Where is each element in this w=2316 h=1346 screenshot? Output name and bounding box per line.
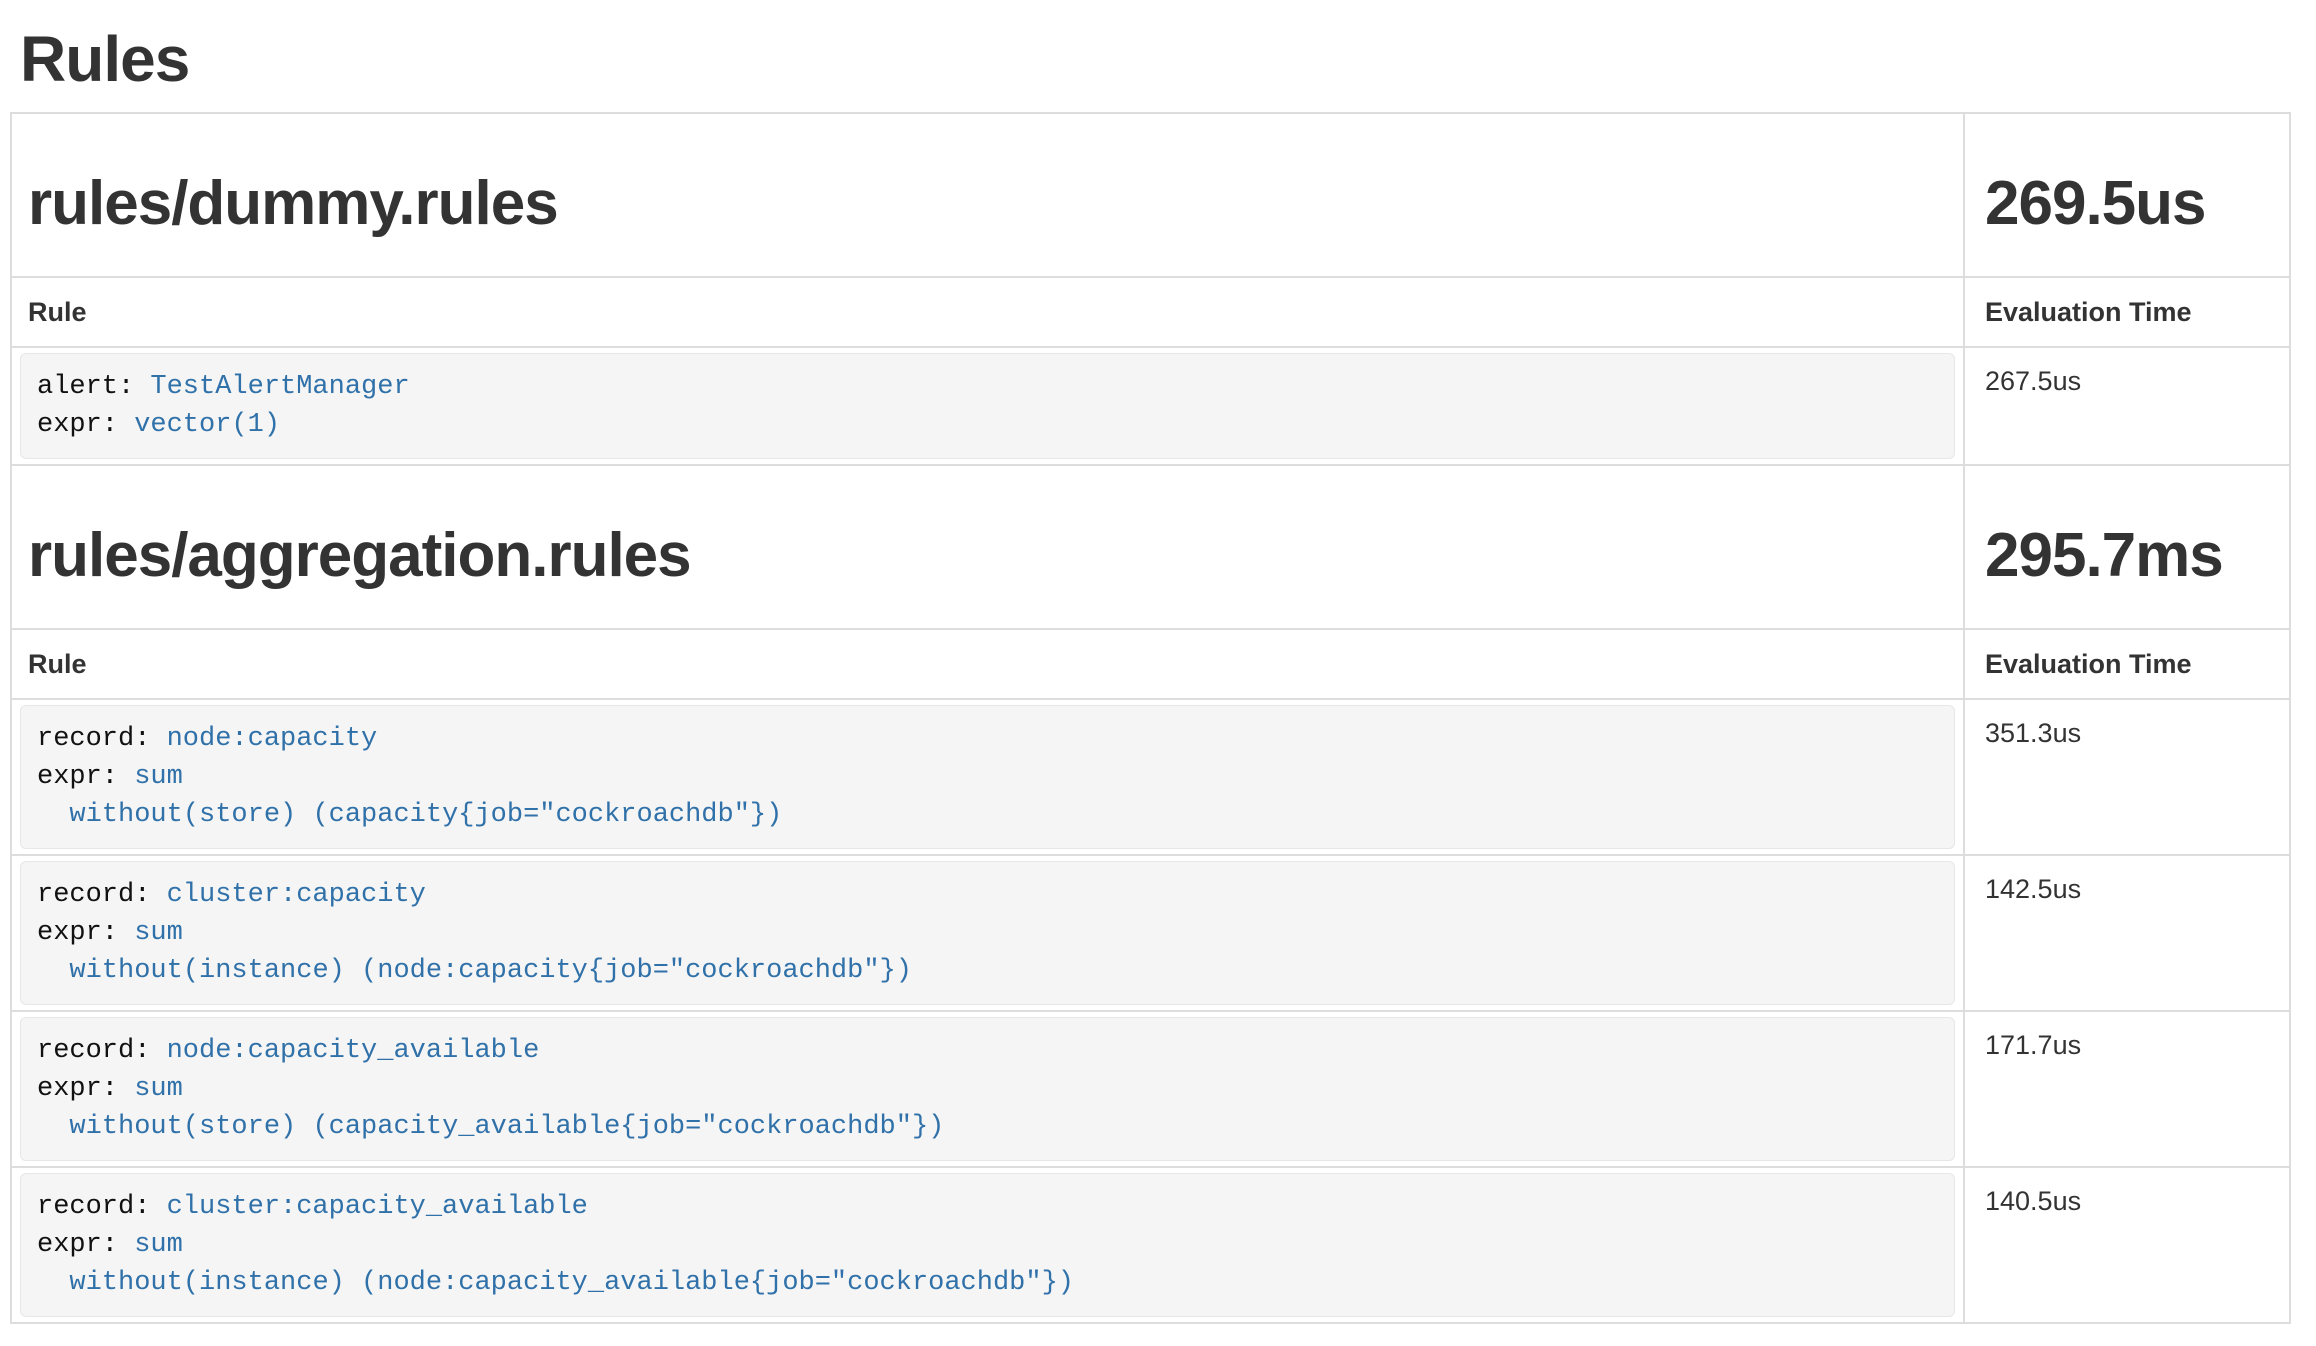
rule-name-link[interactable]: cluster:capacity <box>167 880 426 910</box>
rule-keyword-label: record: <box>37 1192 150 1222</box>
expr-keyword-label: expr: <box>37 1230 118 1260</box>
evaluation-time-value: 142.5us <box>1964 855 2290 1011</box>
column-header-evaluation-time: Evaluation Time <box>1964 629 2290 699</box>
expr-keyword-label: expr: <box>37 410 118 440</box>
rule-group-file: rules/dummy.rules <box>28 170 1947 238</box>
rule-group-header-row: rules/dummy.rules 269.5us <box>11 113 2290 277</box>
rule-name-link[interactable]: TestAlertManager <box>150 372 409 402</box>
rule-keyword-label: record: <box>37 880 150 910</box>
rule-name-link[interactable]: cluster:capacity_available <box>167 1192 588 1222</box>
column-header-rule: Rule <box>11 629 1964 699</box>
column-header-evaluation-time: Evaluation Time <box>1964 277 2290 347</box>
rule-keyword-label: record: <box>37 1036 150 1066</box>
rule-definition: record: cluster:capacity expr:sum without… <box>20 861 1955 1005</box>
rule-cell: record: cluster:capacity_available expr:s… <box>11 1167 1964 1323</box>
rule-group-file: rules/aggregation.rules <box>28 522 1947 590</box>
rule-row: record: cluster:capacity_available expr:s… <box>11 1167 2290 1323</box>
evaluation-time-value: 171.7us <box>1964 1011 2290 1167</box>
rule-expr-link[interactable]: sum without(instance) (node:capacity_ava… <box>37 1230 1074 1298</box>
rule-definition: record: node:capacity_available expr:sum … <box>20 1017 1955 1161</box>
rule-row: alert: TestAlertManager expr: vector(1) 26… <box>11 347 2290 465</box>
rule-expr-link[interactable]: sum without(store) (capacity{job="cockro… <box>37 762 782 830</box>
evaluation-time-value: 351.3us <box>1964 699 2290 855</box>
rule-cell: alert: TestAlertManager expr: vector(1) <box>11 347 1964 465</box>
rules-table: rules/dummy.rules 269.5us Rule Evaluatio… <box>10 112 2291 1324</box>
rule-definition: record: node:capacity expr:sum without(st… <box>20 705 1955 849</box>
rule-expr-link[interactable]: vector(1) <box>134 410 280 440</box>
rule-cell: record: node:capacity expr:sum without(st… <box>11 699 1964 855</box>
page-title: Rules <box>20 24 2316 94</box>
rule-group-total-time-cell: 269.5us <box>1964 113 2290 277</box>
column-header-rule: Rule <box>11 277 1964 347</box>
evaluation-time-value: 140.5us <box>1964 1167 2290 1323</box>
rule-expr-link[interactable]: sum without(instance) (node:capacity{job… <box>37 918 912 986</box>
evaluation-time-value: 267.5us <box>1964 347 2290 465</box>
rule-expr-link[interactable]: sum without(store) (capacity_available{j… <box>37 1074 944 1142</box>
rule-name-link[interactable]: node:capacity <box>167 724 378 754</box>
rule-group-file-cell: rules/dummy.rules <box>11 113 1964 277</box>
rule-keyword-label: alert: <box>37 372 134 402</box>
expr-keyword-label: expr: <box>37 1074 118 1104</box>
rule-name-link[interactable]: node:capacity_available <box>167 1036 540 1066</box>
rule-definition: record: cluster:capacity_available expr:s… <box>20 1173 1955 1317</box>
rule-row: record: node:capacity expr:sum without(st… <box>11 699 2290 855</box>
rule-definition: alert: TestAlertManager expr: vector(1) <box>20 353 1955 459</box>
columns-header-row: Rule Evaluation Time <box>11 629 2290 699</box>
rule-group-header-row: rules/aggregation.rules 295.7ms <box>11 465 2290 629</box>
rule-keyword-label: record: <box>37 724 150 754</box>
expr-keyword-label: expr: <box>37 918 118 948</box>
rule-group-total-time-cell: 295.7ms <box>1964 465 2290 629</box>
rule-cell: record: node:capacity_available expr:sum … <box>11 1011 1964 1167</box>
rule-group-total-time: 295.7ms <box>1985 522 2273 590</box>
rule-row: record: node:capacity_available expr:sum … <box>11 1011 2290 1167</box>
rule-group-file-cell: rules/aggregation.rules <box>11 465 1964 629</box>
rule-row: record: cluster:capacity expr:sum without… <box>11 855 2290 1011</box>
columns-header-row: Rule Evaluation Time <box>11 277 2290 347</box>
expr-keyword-label: expr: <box>37 762 118 792</box>
rule-cell: record: cluster:capacity expr:sum without… <box>11 855 1964 1011</box>
rule-group-total-time: 269.5us <box>1985 170 2273 238</box>
